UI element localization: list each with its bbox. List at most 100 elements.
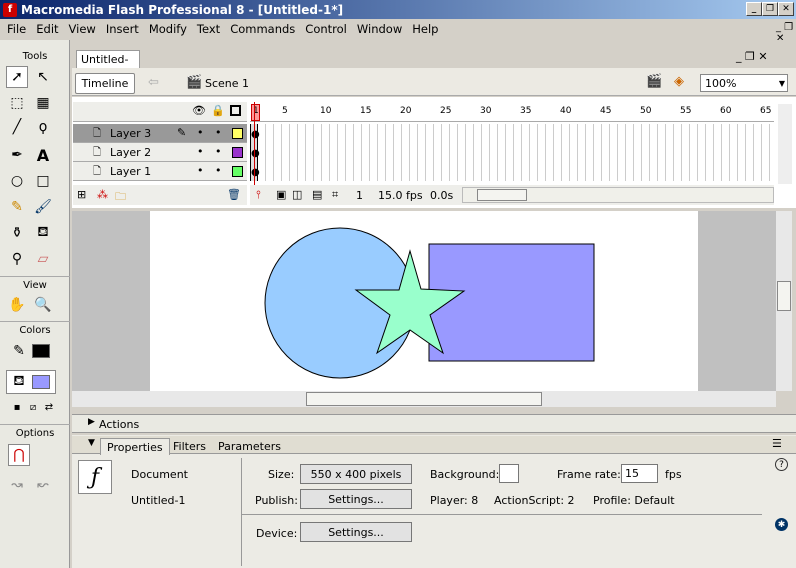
stage-hscroll-thumb[interactable]: [306, 392, 542, 406]
pencil-icon: ✎: [177, 126, 187, 139]
stage-hscroll[interactable]: [72, 391, 776, 407]
layer-tools: ⊞ ⁂ 🗀 🗑: [73, 185, 247, 205]
free-transform-tool-icon[interactable]: ⬚: [6, 92, 28, 114]
panel-menu-icon[interactable]: ☰: [772, 437, 782, 450]
actions-label: Actions: [99, 418, 140, 431]
collapse-arrow-icon[interactable]: ▶: [88, 417, 95, 427]
menu-window[interactable]: Window: [352, 22, 407, 36]
menu-commands[interactable]: Commands: [225, 22, 300, 36]
line-tool-icon[interactable]: ╱: [6, 116, 28, 138]
timeline-vscroll[interactable]: [778, 104, 792, 184]
onion-outline-icon[interactable]: ◫: [292, 188, 302, 201]
stroke-color-icon[interactable]: ✎: [8, 340, 30, 362]
snap-magnet-icon[interactable]: ⋂: [8, 444, 30, 466]
device-settings-button[interactable]: Settings...: [300, 522, 412, 542]
tab-properties[interactable]: Properties: [100, 438, 170, 455]
straighten-icon[interactable]: ↜: [32, 474, 54, 496]
accessibility-icon[interactable]: ✱: [775, 518, 788, 531]
oval-tool-icon[interactable]: ○: [6, 170, 28, 192]
layer-color-swatch[interactable]: [232, 128, 243, 139]
delete-layer-icon[interactable]: 🗑: [227, 188, 241, 201]
document-size-button[interactable]: 550 x 400 pixels: [300, 464, 412, 484]
rectangle-shape[interactable]: [428, 243, 595, 362]
pencil-tool-icon[interactable]: ✎: [6, 196, 28, 218]
doc-window-controls-icon[interactable]: _ ❐ ✕: [736, 50, 768, 63]
eyedropper-tool-icon[interactable]: ⚲: [6, 248, 28, 270]
frame-grid[interactable]: [250, 124, 774, 181]
timeline-hscroll[interactable]: [462, 187, 774, 203]
stage-vscroll-thumb[interactable]: [777, 281, 791, 311]
layer-color-swatch[interactable]: [232, 166, 243, 177]
tools-panel: Tools ➚ ↖ ⬚ ▦ ╱ ϙ ✒ A ○ □ ✎ 🖌 ⚱ ⛾ ⚲ ▱ Vi…: [0, 40, 70, 568]
fill-color-swatch[interactable]: [32, 375, 50, 389]
visibility-dot[interactable]: •: [197, 145, 204, 158]
edit-symbols-icon[interactable]: ◈: [674, 74, 684, 89]
brush-tool-icon[interactable]: 🖌: [32, 196, 54, 218]
menu-insert[interactable]: Insert: [101, 22, 144, 36]
eye-icon[interactable]: 👁: [192, 104, 206, 117]
stroke-color-swatch[interactable]: [32, 344, 50, 358]
menu-file[interactable]: File: [2, 22, 31, 36]
stage-vscroll[interactable]: [776, 211, 792, 391]
restore-button[interactable]: ❐: [762, 2, 778, 16]
hand-tool-icon[interactable]: ✋: [6, 294, 28, 316]
tab-parameters[interactable]: Parameters: [212, 438, 287, 455]
text-tool-icon[interactable]: A: [32, 144, 54, 166]
menu-text[interactable]: Text: [192, 22, 225, 36]
layer-color-swatch[interactable]: [232, 147, 243, 158]
paint-bucket-tool-icon[interactable]: ⛾: [32, 222, 54, 244]
menu-help[interactable]: Help: [407, 22, 443, 36]
hscroll-thumb[interactable]: [477, 189, 527, 201]
title-bar: f Macromedia Flash Professional 8 - [Unt…: [0, 0, 796, 19]
layer-row[interactable]: 🗋 Layer 3 ✎ • •: [73, 124, 247, 143]
menu-modify[interactable]: Modify: [144, 22, 192, 36]
visibility-dot[interactable]: •: [197, 164, 204, 177]
selection-tool-icon[interactable]: ➚: [6, 66, 28, 88]
onion-skin-icon[interactable]: ▣: [276, 188, 286, 201]
menu-view[interactable]: View: [64, 22, 101, 36]
close-button[interactable]: ✕: [778, 2, 794, 16]
ink-bottle-tool-icon[interactable]: ⚱: [6, 222, 28, 244]
document-tab[interactable]: Untitled-1*: [76, 50, 140, 79]
lock-dot[interactable]: •: [215, 164, 222, 177]
minimize-button[interactable]: _: [746, 2, 762, 16]
swap-colors-icon[interactable]: ⇄: [38, 396, 60, 418]
edit-scene-icon[interactable]: 🎬: [646, 74, 662, 89]
back-arrow-icon[interactable]: ⇦: [148, 75, 159, 90]
help-icon[interactable]: ?: [775, 458, 788, 471]
frame-rate-input[interactable]: [621, 464, 658, 483]
frame-ruler[interactable]: 1 5 10 15 20 25 30 35 40 45 50 55 60 65: [250, 102, 774, 122]
add-guide-icon[interactable]: ⁂: [97, 188, 108, 201]
layer-row[interactable]: 🗋 Layer 2 • •: [73, 143, 247, 162]
modify-markers-icon[interactable]: ⌗: [332, 188, 338, 202]
expand-arrow-icon[interactable]: ▼: [88, 438, 95, 448]
timeline-toggle-button[interactable]: Timeline: [75, 73, 135, 94]
menu-edit[interactable]: Edit: [31, 22, 63, 36]
tab-filters[interactable]: Filters: [167, 438, 212, 455]
fill-color-icon[interactable]: ⛾: [8, 371, 30, 393]
layer-row[interactable]: 🗋 Layer 1 • •: [73, 162, 247, 181]
rectangle-tool-icon[interactable]: □: [32, 170, 54, 192]
add-folder-icon[interactable]: 🗀: [115, 188, 126, 207]
smooth-icon[interactable]: ↝: [6, 474, 28, 496]
outline-icon[interactable]: [230, 105, 241, 116]
fps-unit: fps: [665, 468, 682, 481]
pen-tool-icon[interactable]: ✒: [6, 144, 28, 166]
actions-panel-header[interactable]: ▶ Actions: [72, 414, 796, 433]
zoom-tool-icon[interactable]: 🔍: [32, 294, 54, 316]
add-layer-icon[interactable]: ⊞: [77, 188, 86, 201]
eraser-tool-icon[interactable]: ▱: [32, 248, 54, 270]
lock-dot[interactable]: •: [215, 145, 222, 158]
lock-dot[interactable]: •: [215, 126, 222, 139]
lasso-tool-icon[interactable]: ϙ: [32, 116, 54, 138]
edit-multiple-icon[interactable]: ▤: [312, 188, 322, 201]
zoom-select[interactable]: 100% ▼: [700, 74, 788, 92]
gradient-transform-tool-icon[interactable]: ▦: [32, 92, 54, 114]
visibility-dot[interactable]: •: [197, 126, 204, 139]
menu-control[interactable]: Control: [300, 22, 352, 36]
publish-settings-button[interactable]: Settings...: [300, 489, 412, 509]
lock-icon[interactable]: 🔒: [211, 104, 225, 117]
center-frame-icon[interactable]: ⫯: [256, 188, 261, 202]
background-color-swatch[interactable]: [499, 464, 519, 483]
subselection-tool-icon[interactable]: ↖: [32, 66, 54, 88]
